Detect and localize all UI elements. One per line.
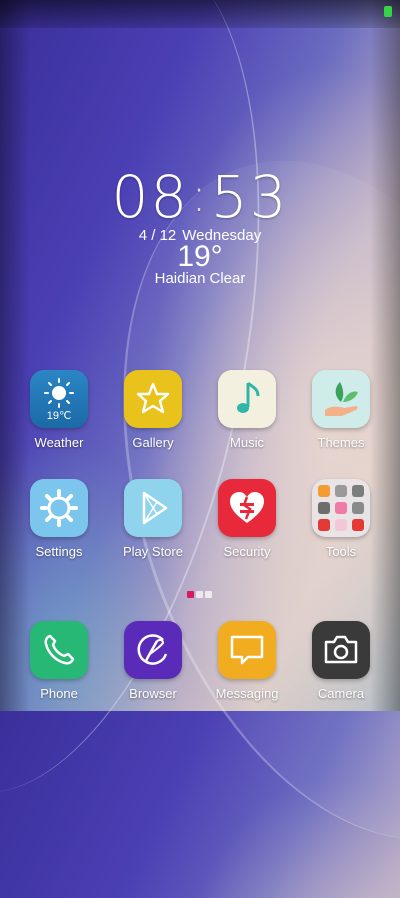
app-label: Play Store	[123, 544, 183, 559]
location-text: Haidian	[154, 270, 206, 287]
dock-camera[interactable]: Camera	[301, 621, 381, 701]
edge-shadow-left	[0, 0, 30, 711]
condition-text: Clear	[209, 270, 246, 287]
clock-hour: 08	[111, 163, 190, 231]
folder-tools[interactable]: Tools	[301, 479, 381, 559]
page-dot[interactable]	[205, 591, 212, 598]
tools-folder-icon	[312, 479, 370, 537]
app-label: Messaging	[215, 686, 279, 701]
app-label: Browser	[129, 686, 177, 701]
app-themes[interactable]: Themes	[301, 370, 381, 450]
app-label: Themes	[317, 435, 365, 450]
clock-widget[interactable]: 08:53	[0, 165, 400, 227]
page-dot-active[interactable]	[187, 591, 194, 598]
weather-location-line: Haidian Clear	[0, 270, 400, 287]
folder-preview-grid	[318, 485, 364, 531]
settings-icon	[30, 479, 88, 537]
weather-badge: 19℃	[46, 410, 72, 422]
weather-icon: 19℃	[30, 370, 88, 428]
weather-temperature: 19°	[177, 240, 223, 273]
dock-messaging[interactable]: Messaging	[207, 621, 287, 701]
app-music[interactable]: Music	[207, 370, 287, 450]
app-label: Phone	[40, 686, 78, 701]
app-settings[interactable]: Settings	[19, 479, 99, 559]
gallery-icon	[124, 370, 182, 428]
app-label: Weather	[34, 435, 84, 450]
dock-browser[interactable]: Browser	[113, 621, 193, 701]
app-label: Music	[230, 435, 264, 450]
camera-icon	[312, 621, 370, 679]
app-weather[interactable]: 19℃ Weather	[19, 370, 99, 450]
edge-shadow-right	[370, 0, 400, 711]
app-label: Camera	[317, 686, 365, 701]
security-icon	[218, 479, 276, 537]
app-play-store[interactable]: Play Store	[113, 479, 193, 559]
page-dot[interactable]	[196, 591, 203, 598]
page-indicator[interactable]	[187, 585, 214, 598]
themes-icon	[312, 370, 370, 428]
status-bar	[0, 0, 400, 28]
app-label: Security	[223, 544, 271, 559]
clock-minute: 53	[210, 163, 289, 231]
dock-phone[interactable]: Phone	[19, 621, 99, 701]
music-icon	[218, 370, 276, 428]
notification-dot-icon	[384, 6, 392, 17]
app-security[interactable]: Security	[207, 479, 287, 559]
browser-icon	[124, 621, 182, 679]
play-store-icon	[124, 479, 182, 537]
app-label: Gallery	[132, 435, 174, 450]
app-label: Settings	[35, 544, 83, 559]
messaging-icon	[218, 621, 276, 679]
app-gallery[interactable]: Gallery	[113, 370, 193, 450]
app-label: Tools	[325, 544, 357, 559]
clock-colon: :	[191, 168, 209, 222]
phone-icon	[30, 621, 88, 679]
